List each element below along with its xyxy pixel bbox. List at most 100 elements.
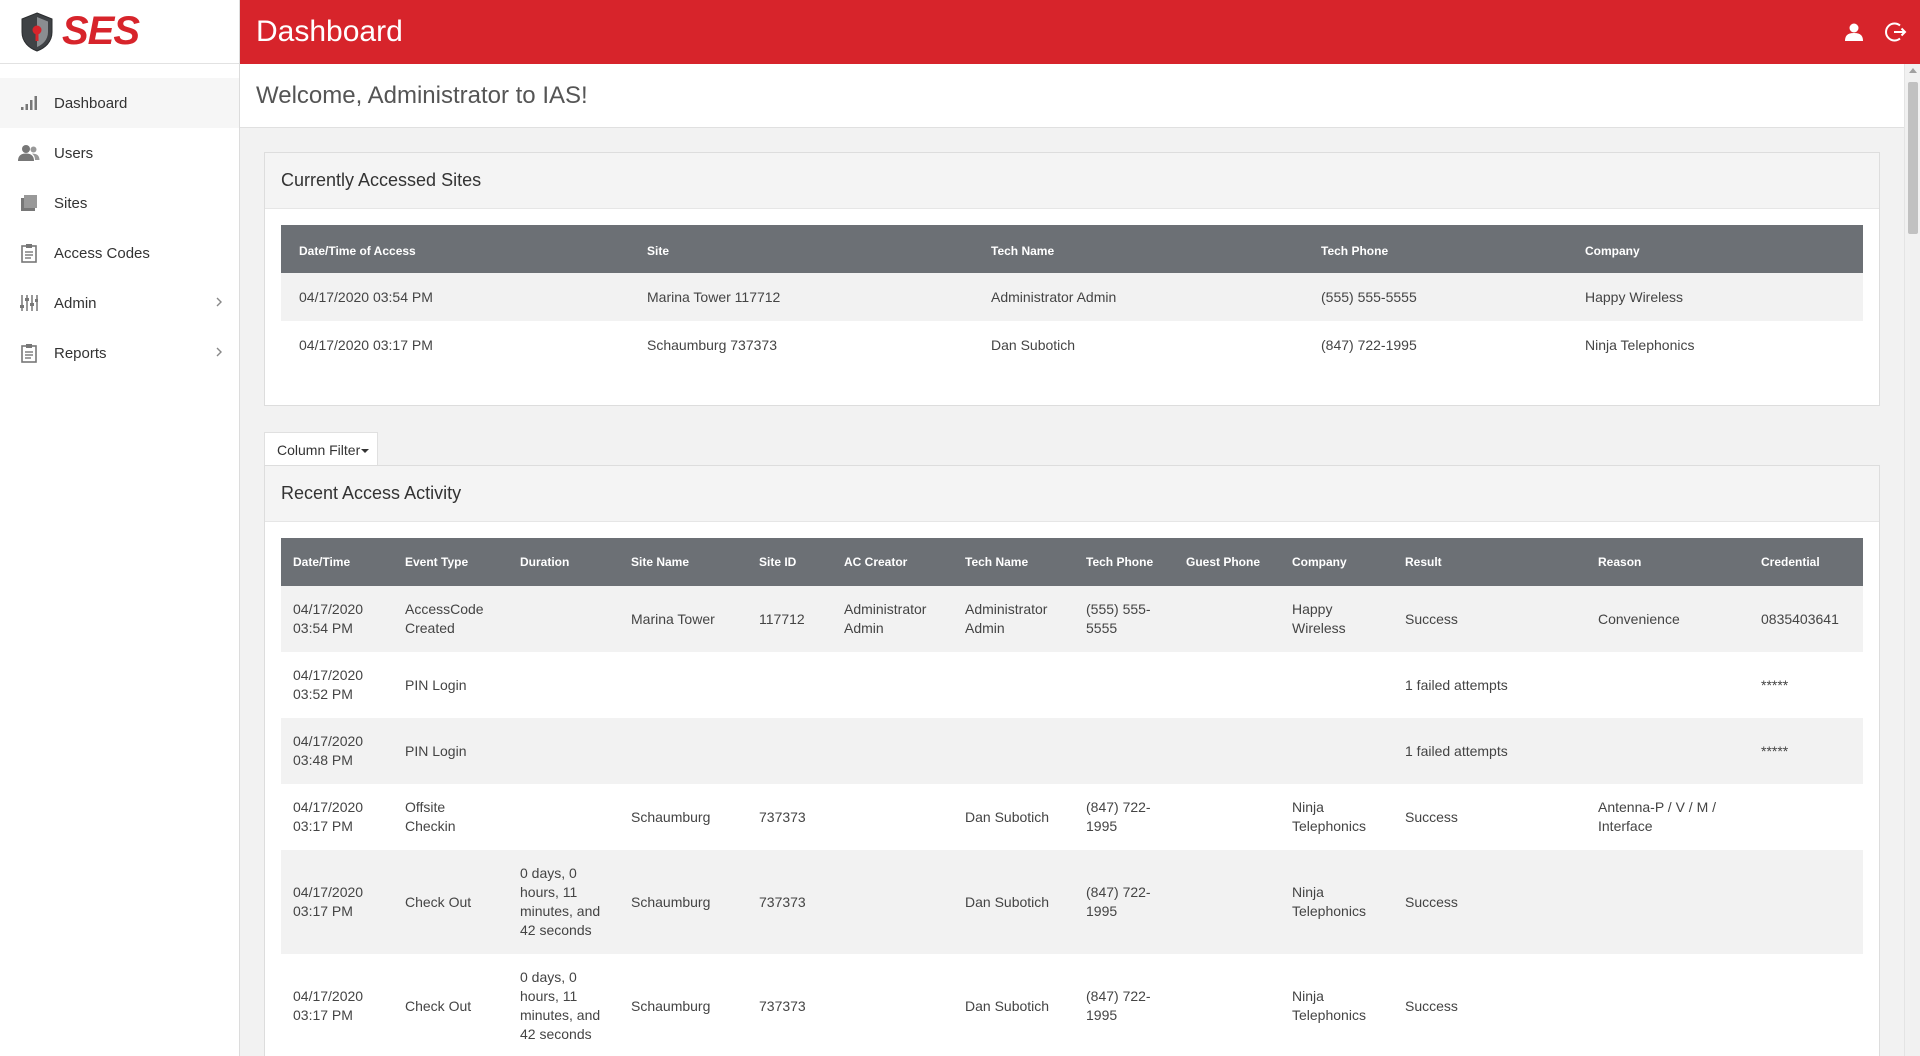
- table-cell: Dan Subotich: [973, 321, 1303, 369]
- table-cell: Success: [1393, 586, 1586, 652]
- table-cell: [1749, 784, 1863, 850]
- table-cell: Marina Tower: [619, 586, 747, 652]
- table-cell: [1174, 784, 1280, 850]
- column-header[interactable]: Tech Phone: [1074, 538, 1174, 586]
- table-cell: [1280, 718, 1393, 784]
- chevron-right-icon: [215, 295, 223, 313]
- table-cell: Ninja Telephonics: [1567, 321, 1863, 369]
- sidebar-item-users[interactable]: Users: [0, 128, 239, 178]
- table-cell: Ninja Telephonics: [1280, 784, 1393, 850]
- table-cell: [953, 652, 1074, 718]
- table-cell: Convenience: [1586, 586, 1749, 652]
- table-header-row: Date/Time of Access Site Tech Name Tech …: [281, 225, 1863, 273]
- column-header[interactable]: Site: [629, 225, 973, 273]
- column-header[interactable]: Site Name: [619, 538, 747, 586]
- table-cell: [1280, 652, 1393, 718]
- sidebar-item-admin[interactable]: Admin: [0, 278, 239, 328]
- table-row[interactable]: 04/17/2020 03:54 PM AccessCode Created M…: [281, 586, 1863, 652]
- table-cell: [1749, 954, 1863, 1056]
- table-row[interactable]: 04/17/2020 03:54 PM Marina Tower 117712 …: [281, 273, 1863, 321]
- column-header[interactable]: Date/Time of Access: [281, 225, 629, 273]
- shield-logo-icon: [21, 11, 53, 52]
- sidebar-nav: Dashboard Users Sites Access Codes Admin: [0, 78, 239, 378]
- table-cell: [619, 652, 747, 718]
- sidebar-item-reports[interactable]: Reports: [0, 328, 239, 378]
- table-cell: Administrator Admin: [832, 586, 953, 652]
- table-header-row: Date/Time Event Type Duration Site Name …: [281, 538, 1863, 586]
- column-filter-button[interactable]: Column Filter: [264, 432, 378, 466]
- table-cell: 1 failed attempts: [1393, 718, 1586, 784]
- table-cell: Success: [1393, 954, 1586, 1056]
- column-header[interactable]: Event Type: [393, 538, 508, 586]
- sidebar-item-access-codes[interactable]: Access Codes: [0, 228, 239, 278]
- table-cell: Check Out: [393, 850, 508, 954]
- sidebar-item-label: Sites: [54, 194, 88, 212]
- table-cell: 04/17/2020 03:52 PM: [281, 652, 393, 718]
- caret-down-icon: [361, 448, 370, 453]
- sidebar-item-label: Admin: [54, 294, 97, 312]
- table-cell: Administrator Admin: [953, 586, 1074, 652]
- table-row[interactable]: 04/17/2020 03:48 PM PIN Login 1 failed a…: [281, 718, 1863, 784]
- column-header[interactable]: Date/Time: [281, 538, 393, 586]
- column-header[interactable]: Company: [1567, 225, 1863, 273]
- user-icon[interactable]: [1842, 20, 1866, 44]
- table-cell: Ninja Telephonics: [1280, 954, 1393, 1056]
- table-cell: *****: [1749, 652, 1863, 718]
- column-header[interactable]: Reason: [1586, 538, 1749, 586]
- column-header[interactable]: AC Creator: [832, 538, 953, 586]
- panel-title: Recent Access Activity: [281, 483, 462, 503]
- table-cell: 117712: [747, 586, 832, 652]
- column-header[interactable]: Site ID: [747, 538, 832, 586]
- column-header[interactable]: Tech Name: [973, 225, 1303, 273]
- table-row[interactable]: 04/17/2020 03:17 PM Schaumburg 737373 Da…: [281, 321, 1863, 369]
- column-header[interactable]: Guest Phone: [1174, 538, 1280, 586]
- table-cell: Schaumburg: [619, 850, 747, 954]
- table-cell: 04/17/2020 03:54 PM: [281, 273, 629, 321]
- column-header[interactable]: Company: [1280, 538, 1393, 586]
- column-header[interactable]: Tech Name: [953, 538, 1074, 586]
- column-header[interactable]: Tech Phone: [1303, 225, 1567, 273]
- scrollbar-thumb[interactable]: [1908, 82, 1918, 234]
- table-cell: [1586, 652, 1749, 718]
- recent-access-activity-panel: Recent Access Activity Date/Time Event T…: [264, 465, 1880, 1056]
- sidebar-item-label: Reports: [54, 344, 107, 362]
- table-cell: [1749, 850, 1863, 954]
- table-cell: [508, 586, 619, 652]
- panel-body: Date/Time Event Type Duration Site Name …: [265, 522, 1879, 1056]
- column-header[interactable]: Credential: [1749, 538, 1863, 586]
- table-cell: [832, 784, 953, 850]
- welcome-bar: Welcome, Administrator to IAS!: [240, 64, 1904, 128]
- report-icon: [18, 342, 40, 364]
- sidebar-item-label: Dashboard: [54, 94, 128, 112]
- table-cell: [832, 954, 953, 1056]
- table-row[interactable]: 04/17/2020 03:17 PM Check Out 0 days, 0 …: [281, 954, 1863, 1056]
- table-cell: Happy Wireless: [1280, 586, 1393, 652]
- table-cell: [508, 784, 619, 850]
- table-cell: PIN Login: [393, 652, 508, 718]
- table-cell: 04/17/2020 03:54 PM: [281, 586, 393, 652]
- sidebar-item-dashboard[interactable]: Dashboard: [0, 78, 239, 128]
- table-cell: 0 days, 0 hours, 11 minutes, and 42 seco…: [508, 850, 619, 954]
- table-cell: Schaumburg: [619, 784, 747, 850]
- table-cell: Dan Subotich: [953, 850, 1074, 954]
- table-cell: [747, 718, 832, 784]
- bar-chart-icon: [18, 92, 40, 114]
- logo[interactable]: SES: [0, 0, 239, 64]
- scroll-up-arrow-icon[interactable]: [1909, 68, 1917, 73]
- table-cell: [832, 850, 953, 954]
- table-row[interactable]: 04/17/2020 03:17 PM Offsite Checkin Scha…: [281, 784, 1863, 850]
- table-cell: Schaumburg 737373: [629, 321, 973, 369]
- table-row[interactable]: 04/17/2020 03:17 PM Check Out 0 days, 0 …: [281, 850, 1863, 954]
- table-row[interactable]: 04/17/2020 03:52 PM PIN Login 1 failed a…: [281, 652, 1863, 718]
- page-scrollbar[interactable]: [1904, 64, 1920, 1056]
- sidebar-item-sites[interactable]: Sites: [0, 178, 239, 228]
- column-header[interactable]: Result: [1393, 538, 1586, 586]
- table-cell: [1586, 954, 1749, 1056]
- users-icon: [18, 142, 40, 164]
- table-cell: Dan Subotich: [953, 784, 1074, 850]
- building-icon: [18, 192, 40, 214]
- column-header[interactable]: Duration: [508, 538, 619, 586]
- panel-body: Date/Time of Access Site Tech Name Tech …: [265, 209, 1879, 369]
- logout-icon[interactable]: [1884, 20, 1908, 44]
- table-cell: [832, 652, 953, 718]
